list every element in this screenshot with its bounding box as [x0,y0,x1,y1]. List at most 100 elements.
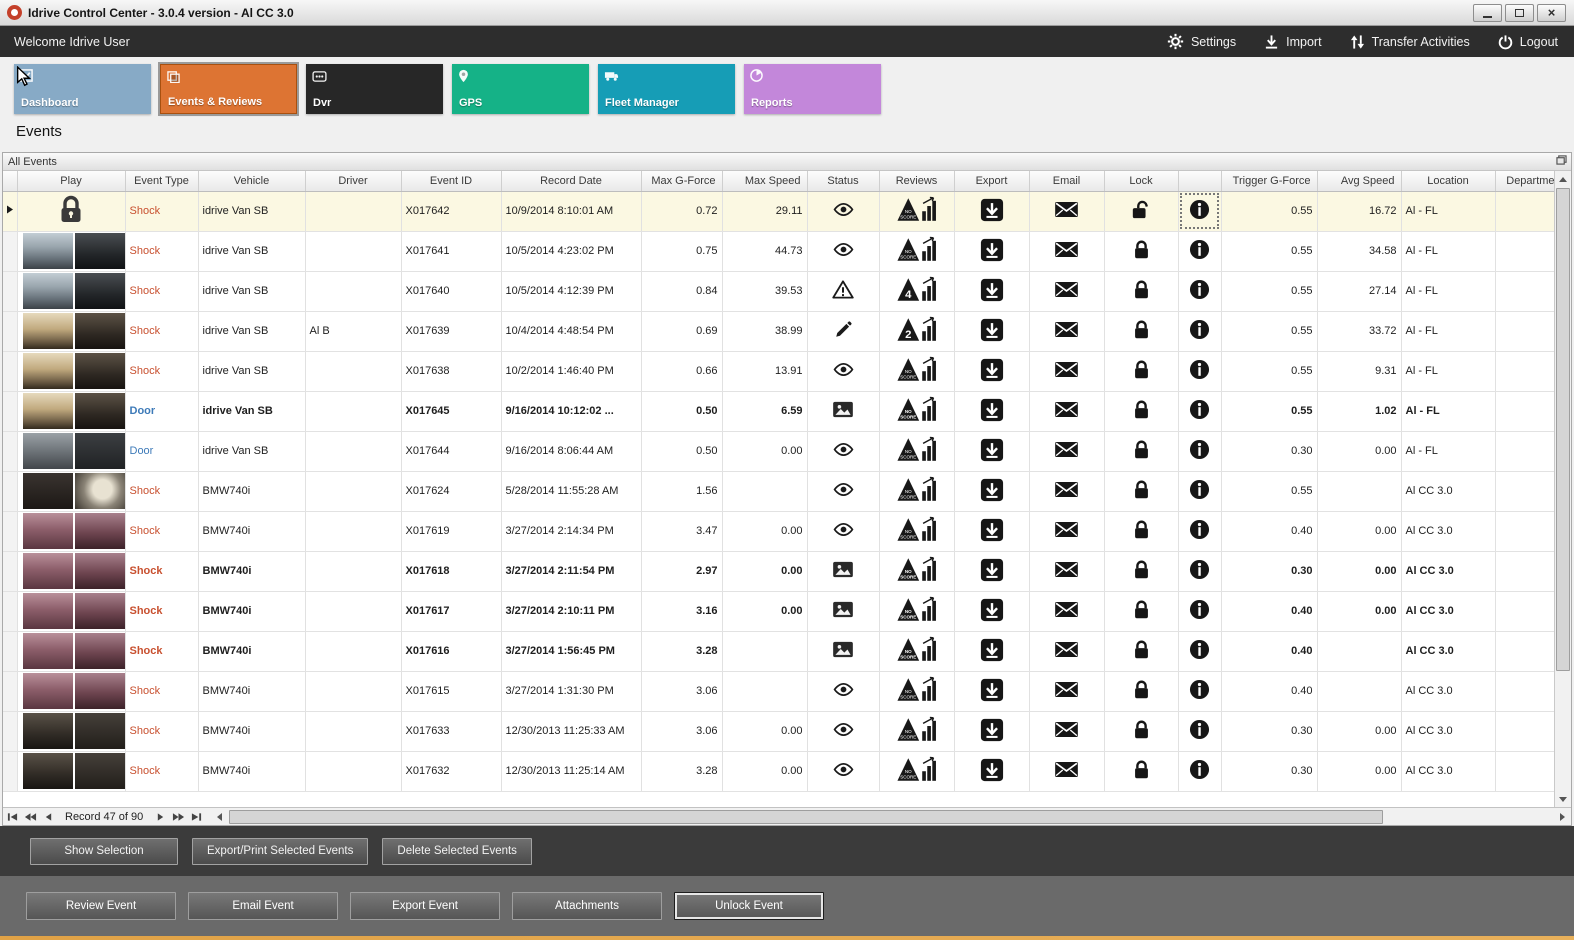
info-icon[interactable] [1178,511,1222,552]
column-header-play[interactable]: Play [17,171,126,192]
lock-icon[interactable] [1104,231,1179,272]
event-thumbnail[interactable] [22,393,73,429]
column-header-lock[interactable]: Lock [1104,171,1179,192]
email-event-button[interactable]: Email Event [188,892,338,920]
play-cell[interactable] [17,191,126,232]
event-row[interactable]: Shock idrive Van SB X017642 10/9/2014 8:10:… [3,191,1555,232]
reviews-score-icon[interactable]: 2 [879,311,955,352]
event-thumbnail[interactable] [74,233,124,269]
unlock-event-button[interactable]: Unlock Event [674,892,824,920]
nav-last-button[interactable] [187,809,205,825]
delete-selected-events-button[interactable]: Delete Selected Events [382,837,532,865]
reviews-score-icon[interactable]: 4 [879,271,955,312]
lock-icon[interactable] [1104,751,1179,792]
tab-reports[interactable]: Reports [744,64,881,114]
column-header-location[interactable]: Location [1401,171,1496,192]
info-icon[interactable] [1178,191,1222,232]
vertical-scrollbar[interactable] [1554,171,1571,807]
event-thumbnail[interactable] [22,593,73,629]
lock-icon[interactable] [1104,591,1179,632]
import-action[interactable]: Import [1264,33,1322,50]
play-cell[interactable] [17,711,126,752]
settings-action[interactable]: Settings [1167,33,1236,50]
play-cell[interactable] [17,391,126,432]
play-cell[interactable] [17,231,126,272]
show-selection-button[interactable]: Show Selection [30,837,178,865]
unlocked-icon[interactable] [1104,191,1179,232]
reviews-score-icon[interactable]: NO SCORE [879,671,955,712]
event-thumbnail[interactable] [22,513,73,549]
event-row[interactable]: Shock idrive Van SB Al B X017639 10/4/2014 4… [3,311,1555,352]
export-icon[interactable] [954,511,1030,552]
event-thumbnail[interactable] [74,513,124,549]
lock-icon[interactable] [1104,471,1179,512]
info-icon[interactable] [1178,351,1222,392]
info-icon[interactable] [1178,751,1222,792]
email-icon[interactable] [1029,271,1105,312]
maximize-button[interactable] [1505,3,1534,22]
status-photo-icon[interactable] [807,391,880,432]
column-header-vehicle[interactable]: Vehicle [198,171,306,192]
play-cell[interactable] [17,431,126,472]
status-pencil-icon[interactable] [807,311,880,352]
review-event-button[interactable]: Review Event [26,892,176,920]
event-thumbnail[interactable] [22,313,73,349]
transfer-activities-action[interactable]: Transfer Activities [1350,33,1470,50]
nav-prev-page-button[interactable] [21,809,39,825]
email-icon[interactable] [1029,311,1105,352]
lock-icon[interactable] [1104,671,1179,712]
export-icon[interactable] [954,631,1030,672]
reviews-score-icon[interactable]: NO SCORE [879,391,955,432]
export-icon[interactable] [954,191,1030,232]
export-icon[interactable] [954,271,1030,312]
column-header-trigger-g-force[interactable]: Trigger G-Force [1221,171,1318,192]
column-header-max-speed[interactable]: Max Speed [722,171,808,192]
lock-icon[interactable] [1104,551,1179,592]
event-thumbnail[interactable] [74,433,124,469]
export-icon[interactable] [954,391,1030,432]
event-thumbnail[interactable] [74,633,124,669]
column-header-blank[interactable] [3,171,18,192]
tab-dvr[interactable]: Dvr [306,64,443,114]
scroll-down-icon[interactable] [1555,791,1571,807]
info-icon[interactable] [1178,551,1222,592]
column-header-record-date[interactable]: Record Date [501,171,642,192]
status-eye-icon[interactable] [807,711,880,752]
email-icon[interactable] [1029,191,1105,232]
event-thumbnail[interactable] [22,233,73,269]
event-thumbnail[interactable] [74,713,124,749]
attachments-button[interactable]: Attachments [512,892,662,920]
info-icon[interactable] [1178,271,1222,312]
status-photo-icon[interactable] [807,591,880,632]
email-icon[interactable] [1029,751,1105,792]
status-eye-icon[interactable] [807,511,880,552]
email-icon[interactable] [1029,431,1105,472]
export-icon[interactable] [954,431,1030,472]
reviews-score-icon[interactable]: NO SCORE [879,471,955,512]
event-row[interactable]: Shock BMW740i X017618 3/27/2014 2:11:54 PM 2… [3,551,1555,592]
event-thumbnail[interactable] [74,313,124,349]
column-header-event-id[interactable]: Event ID [401,171,502,192]
email-icon[interactable] [1029,551,1105,592]
event-row[interactable]: Shock BMW740i X017619 3/27/2014 2:14:34 PM 3… [3,511,1555,552]
nav-next-page-button[interactable] [169,809,187,825]
email-icon[interactable] [1029,471,1105,512]
status-eye-icon[interactable] [807,351,880,392]
play-cell[interactable] [17,631,126,672]
export-icon[interactable] [954,711,1030,752]
event-row[interactable]: Shock BMW740i X017624 5/28/2014 11:55:28 AM… [3,471,1555,512]
event-thumbnail[interactable] [22,553,73,589]
column-header-export[interactable]: Export [954,171,1030,192]
export-icon[interactable] [954,671,1030,712]
event-thumbnail[interactable] [74,753,124,789]
play-cell[interactable] [17,511,126,552]
reviews-score-icon[interactable]: NO SCORE [879,551,955,592]
info-icon[interactable] [1178,471,1222,512]
info-icon[interactable] [1178,671,1222,712]
play-cell[interactable] [17,751,126,792]
event-thumbnail[interactable] [74,553,124,589]
export-icon[interactable] [954,551,1030,592]
lock-icon[interactable] [1104,351,1179,392]
status-photo-icon[interactable] [807,631,880,672]
vertical-scroll-thumb[interactable] [1556,188,1570,672]
